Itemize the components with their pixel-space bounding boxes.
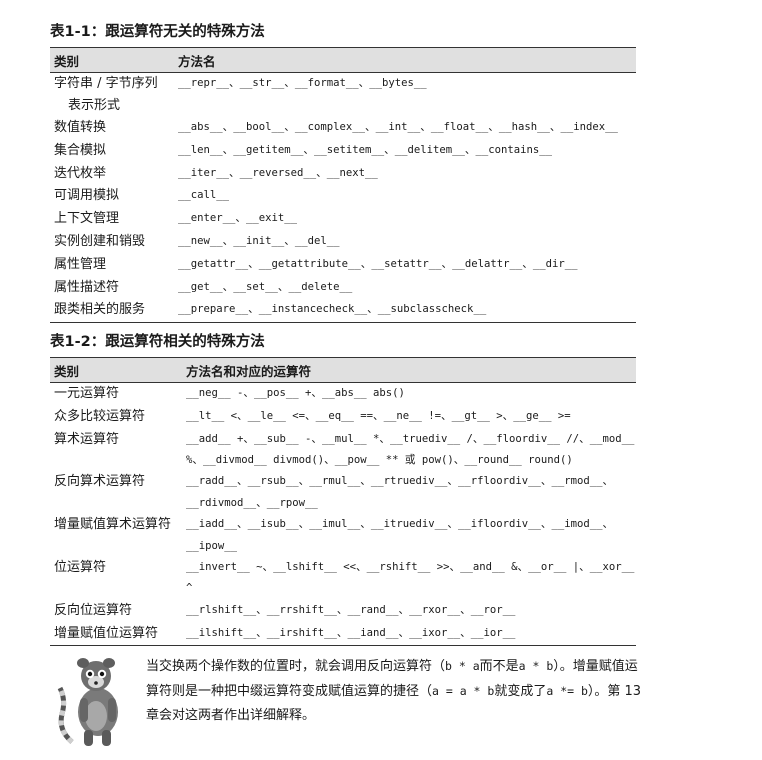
table-cell-category: 位运算符	[54, 560, 107, 576]
table-cell-methods: __rlshift__、__rrshift__、__rand__、__rxor_…	[186, 603, 516, 616]
table-cell-category: 增量赋值算术运算符	[54, 517, 172, 533]
table-2: 类别 方法名和对应的运算符 一元运算符 __neg__ -、__pos__ +、_…	[50, 357, 636, 647]
table-cell-category: 增量赋值位运算符	[50, 622, 182, 647]
table-cell-methods: __repr__、__str__、__format__、__bytes__	[178, 77, 427, 89]
table-row: 跟类相关的服务 __prepare__、__instancecheck__、__s…	[50, 299, 636, 324]
table-row: 一元运算符 __neg__ -、__pos__ +、__abs__ abs()	[50, 383, 636, 406]
table-row: 众多比较运算符 __lt__ <、__le__ <=、__eq__ ==、__ne…	[50, 406, 636, 429]
table-cell-methods: __radd__、__rsub__、__rmul__、__rtruediv__、…	[186, 475, 614, 509]
table-cell-methods: __ilshift__、__irshift__、__iand__、__ixor_…	[182, 622, 636, 647]
table-row: 增量赋值算术运算符 __iadd__、__isub__、__imul__、__it…	[50, 514, 636, 557]
table-cell-methods: __neg__ -、__pos__ +、__abs__ abs()	[186, 387, 405, 399]
note-paragraph: 当交换两个操作数的位置时，就会调用反向运算符（b * a而不是a * b）。增量…	[146, 654, 646, 728]
table-row: 位运算符 __invert__ ~、__lshift__ <<、__rshift_…	[50, 557, 636, 600]
table-row: 实例创建和销毁 __new__、__init__、__del__	[50, 231, 636, 254]
table-cell-methods: __len__、__getitem__、__setitem__、__delite…	[178, 143, 553, 156]
table-1-header-methods: 方法名	[174, 47, 636, 73]
table-2-caption: 表1-2：跟运算符相关的特殊方法	[50, 334, 265, 350]
table-cell-category: 属性描述符	[54, 279, 120, 295]
note-code: a *= b	[546, 684, 588, 698]
table-cell-methods: __add__ +、__sub__ -、__mul__ *、__truediv_…	[186, 432, 641, 466]
table-cell-methods: __call__	[178, 189, 230, 202]
table-row: 集合模拟 __len__、__getitem__、__setitem__、__de…	[50, 140, 636, 163]
table-cell-category: 数值转换	[54, 120, 107, 135]
table-cell-category: 字符串 / 字节序列 表示形式	[50, 73, 174, 118]
table-row: 反向算术运算符 __radd__、__rsub__、__rmul__、__rtru…	[50, 471, 636, 514]
table-cell-category: 算术运算符	[54, 431, 120, 447]
table-row: 属性管理 __getattr__、__getattribute__、__setat…	[50, 254, 636, 277]
table-cell-methods: __iter__、__reversed__、__next__	[178, 166, 378, 179]
table-2-header-methods: 方法名和对应的运算符	[182, 357, 636, 383]
note-code: a * b	[518, 659, 554, 673]
table-row: 增量赋值位运算符 __ilshift__、__irshift__、__iand__…	[50, 622, 636, 647]
table-cell-category: 属性管理	[54, 256, 107, 272]
category-line: 表示形式	[68, 98, 121, 113]
table-row: 上下文管理 __enter__、__exit__	[50, 208, 636, 231]
note-text: 就变成了	[494, 684, 547, 699]
table-row: 字符串 / 字节序列 表示形式 __repr__、__str__、__forma…	[50, 73, 636, 118]
table-cell-category: 迭代枚举	[54, 165, 107, 181]
table-cell-category: 上下文管理	[54, 211, 120, 227]
table-cell-category: 跟类相关的服务	[50, 299, 174, 324]
table-row: 数值转换 __abs__、__bool__、__complex__、__int__…	[50, 117, 636, 140]
table-cell-category: 反向位运算符	[54, 602, 133, 618]
table-1: 类别 方法名 字符串 / 字节序列 表示形式 __repr__、__str__、…	[50, 47, 636, 324]
table-row: 可调用模拟 __call__	[50, 185, 636, 208]
table-cell-methods: __get__、__set__、__delete__	[178, 280, 353, 293]
lemur-icon	[57, 658, 118, 746]
table-row: 迭代枚举 __iter__、__reversed__、__next__	[50, 163, 636, 186]
note-text: 而不是	[479, 659, 519, 674]
table-cell-methods: __invert__ ~、__lshift__ <<、__rshift__ >>…	[186, 561, 641, 595]
table-cell-methods: __iadd__、__isub__、__imul__、__itruediv__、…	[186, 518, 614, 552]
note-code: a = a * b	[432, 684, 495, 698]
table-cell-category: 众多比较运算符	[54, 408, 146, 424]
table-1-caption: 表1-1：跟运算符无关的特殊方法	[50, 24, 265, 40]
table-cell-category: 可调用模拟	[54, 188, 120, 204]
table-cell-category: 实例创建和销毁	[54, 233, 146, 249]
table-1-header-category: 类别	[50, 47, 174, 73]
table-cell-methods: __enter__、__exit__	[178, 212, 298, 225]
table-cell-category: 集合模拟	[54, 142, 107, 158]
note-text: 当交换两个操作数的位置时，就会调用反向运算符（	[146, 659, 446, 674]
table-cell-category: 反向算术运算符	[54, 474, 146, 490]
table-2-header-category: 类别	[50, 357, 182, 383]
table-cell-methods: __new__、__init__、__del__	[178, 234, 340, 247]
note-code: b * a	[445, 659, 480, 673]
table-cell-category: 一元运算符	[54, 386, 120, 401]
category-line: 字符串 / 字节序列	[54, 76, 158, 91]
table-cell-methods: __prepare__、__instancecheck__、__subclass…	[174, 299, 636, 324]
table-cell-methods: __lt__ <、__le__ <=、__eq__ ==、__ne__ !=、_…	[186, 409, 571, 422]
table-row: 算术运算符 __add__ +、__sub__ -、__mul__ *、__tru…	[50, 429, 636, 472]
table-cell-methods: __abs__、__bool__、__complex__、__int__、__f…	[178, 121, 618, 133]
table-cell-methods: __getattr__、__getattribute__、__setattr__…	[178, 257, 578, 270]
table-row: 反向位运算符 __rlshift__、__rrshift__、__rand__、_…	[50, 600, 636, 623]
table-row: 属性描述符 __get__、__set__、__delete__	[50, 277, 636, 300]
